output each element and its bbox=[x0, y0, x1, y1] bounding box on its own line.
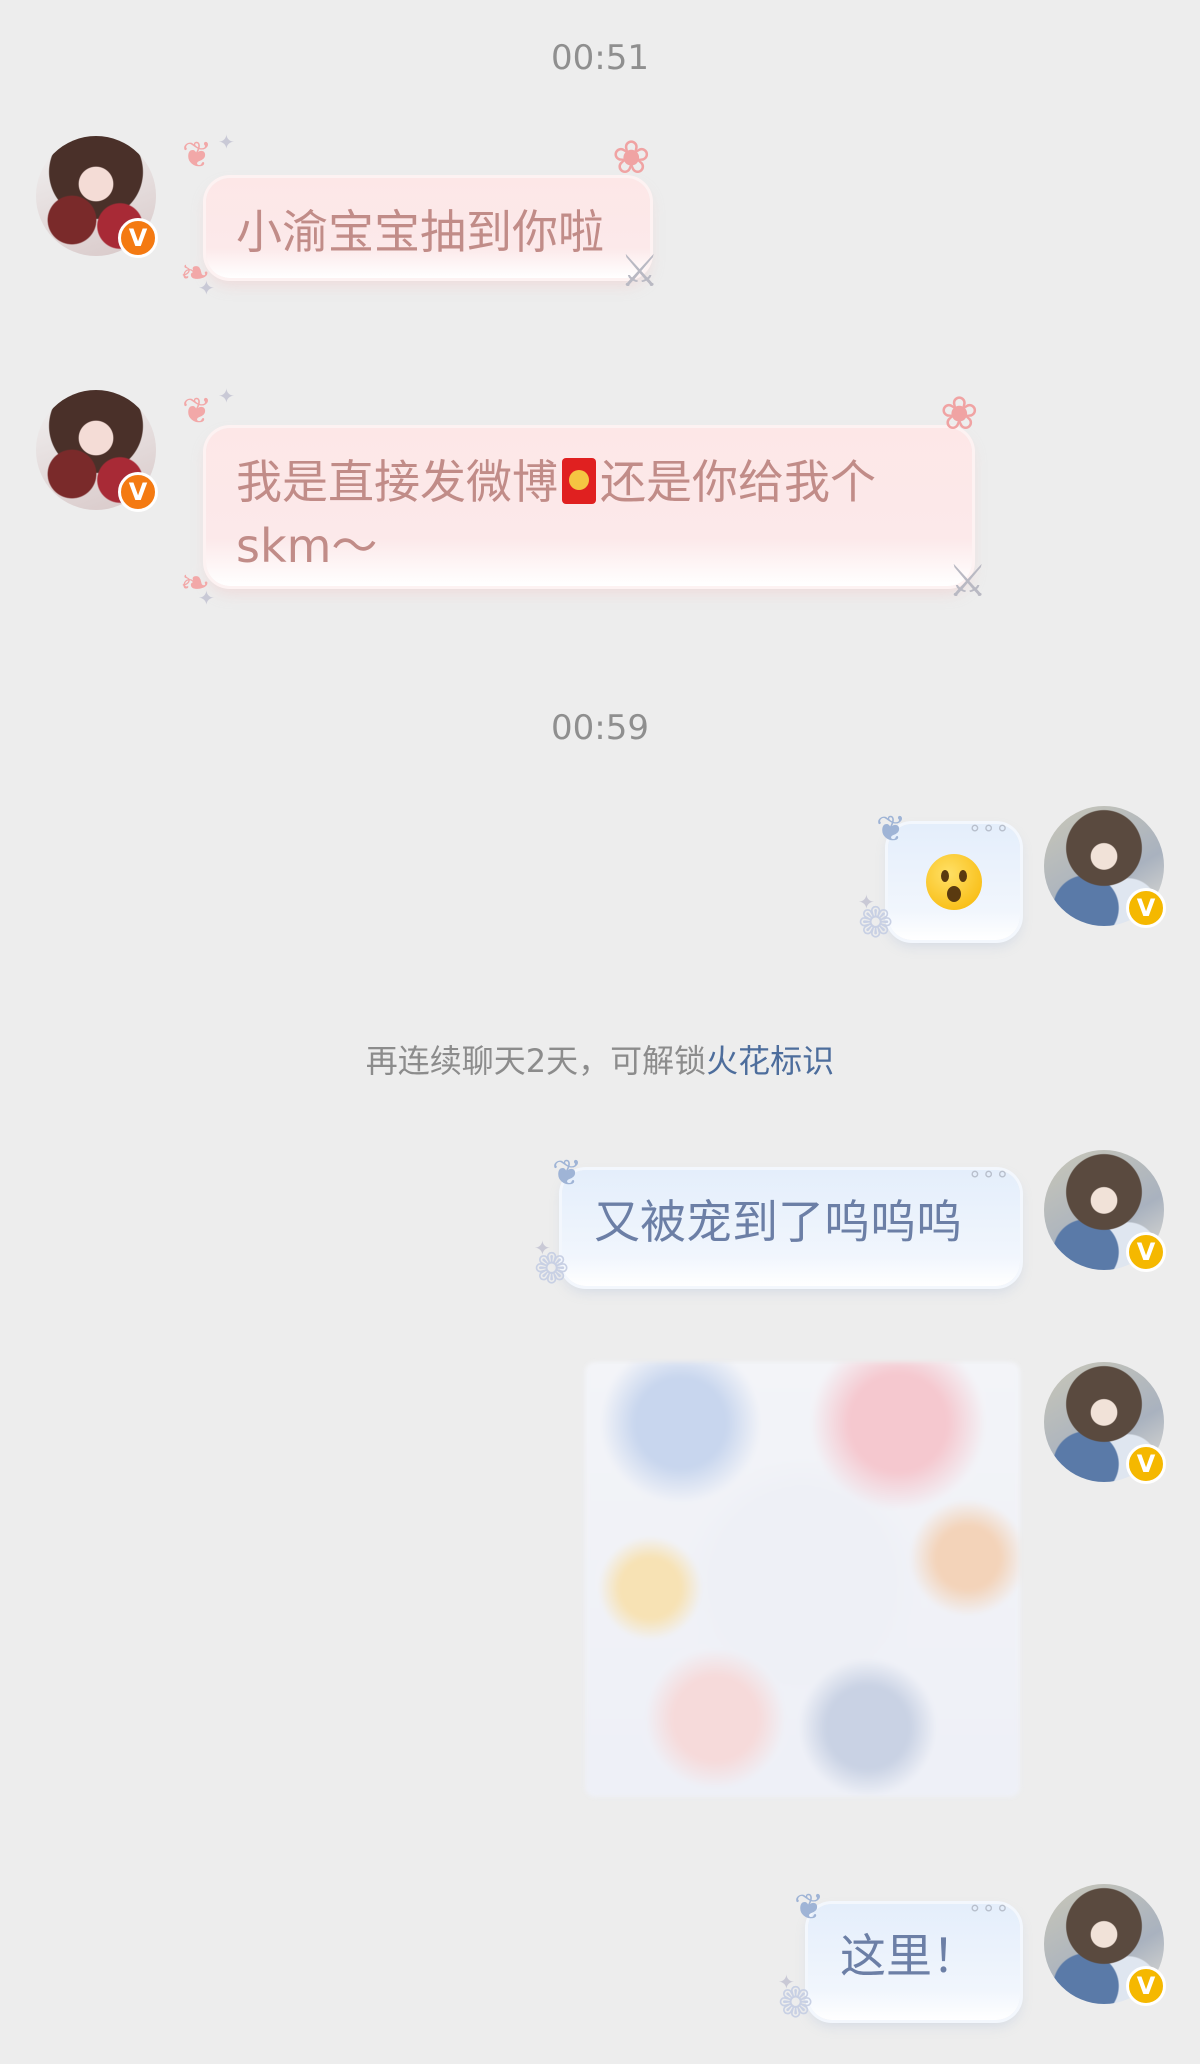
sparkle-icon: ✦ bbox=[534, 1236, 551, 1260]
knife-decoration-icon: ⚔ bbox=[620, 246, 660, 297]
message-text: 这里！ bbox=[840, 1929, 978, 1983]
user-avatar[interactable]: V bbox=[1044, 1362, 1166, 1484]
ribbon-bow-icon: ❀ bbox=[940, 386, 979, 440]
leaf-decoration-icon: ❦ bbox=[182, 135, 213, 176]
spark-badge-link[interactable]: 火花标识 bbox=[706, 1042, 834, 1080]
message-bubble-sent[interactable]: 这里！ bbox=[808, 1904, 1020, 2020]
contact-avatar[interactable]: V bbox=[36, 390, 158, 512]
message-text: 又被宠到了呜呜呜 bbox=[594, 1195, 962, 1249]
sparkle-icon: ✦ bbox=[218, 384, 235, 408]
contact-avatar[interactable]: V bbox=[36, 136, 158, 258]
butterfly-icon: ❦ bbox=[876, 809, 907, 850]
pearl-string-icon: ∘∘∘ bbox=[968, 816, 1010, 841]
verified-badge-icon: V bbox=[1126, 1232, 1166, 1272]
sparkle-icon: ✦ bbox=[198, 586, 215, 610]
message-bubble-sent[interactable]: 又被宠到了呜呜呜 bbox=[562, 1170, 1020, 1286]
hushed-face-emoji bbox=[926, 854, 982, 910]
user-avatar[interactable]: V bbox=[1044, 806, 1166, 928]
sparkle-icon: ✦ bbox=[198, 276, 215, 300]
message-bubble-received[interactable]: 我是直接发微博 还是你给我个 skm～ bbox=[206, 428, 972, 586]
leaf-decoration-icon: ❦ bbox=[182, 391, 213, 432]
pearl-string-icon: ∘∘∘ bbox=[968, 1896, 1010, 1921]
image-message[interactable] bbox=[585, 1362, 1020, 1797]
message-text: skm～ bbox=[236, 519, 378, 573]
sparkle-icon: ✦ bbox=[778, 1970, 795, 1994]
verified-badge-icon: V bbox=[1126, 1444, 1166, 1484]
sparkle-icon: ✦ bbox=[858, 890, 875, 914]
message-bubble-sent[interactable] bbox=[888, 824, 1020, 940]
user-avatar[interactable]: V bbox=[1044, 1884, 1166, 2006]
timestamp: 00:59 bbox=[551, 708, 649, 748]
verified-badge-icon: V bbox=[1126, 888, 1166, 928]
pearl-string-icon: ∘∘∘ bbox=[968, 1162, 1010, 1187]
message-text: 小渝宝宝抽到你啦 bbox=[236, 205, 604, 259]
message-text: 我是直接发微博 bbox=[236, 455, 558, 509]
butterfly-icon: ❦ bbox=[552, 1153, 583, 1194]
user-avatar[interactable]: V bbox=[1044, 1150, 1166, 1272]
butterfly-icon: ❦ bbox=[794, 1887, 825, 1928]
system-notice-text: 再连续聊天2天，可解锁 bbox=[365, 1042, 707, 1080]
verified-badge-icon: V bbox=[118, 472, 158, 512]
verified-badge-icon: V bbox=[118, 218, 158, 258]
message-bubble-received[interactable]: 小渝宝宝抽到你啦 bbox=[206, 178, 650, 278]
sparkle-icon: ✦ bbox=[218, 130, 235, 154]
message-text: 还是你给我个 bbox=[600, 455, 876, 509]
ribbon-bow-icon: ❀ bbox=[612, 130, 651, 184]
timestamp: 00:51 bbox=[551, 38, 649, 78]
knife-decoration-icon: ⚔ bbox=[948, 556, 988, 607]
red-packet-icon bbox=[562, 458, 596, 504]
system-notice: 再连续聊天2天，可解锁火花标识 bbox=[0, 1036, 1200, 1082]
verified-badge-icon: V bbox=[1126, 1966, 1166, 2006]
